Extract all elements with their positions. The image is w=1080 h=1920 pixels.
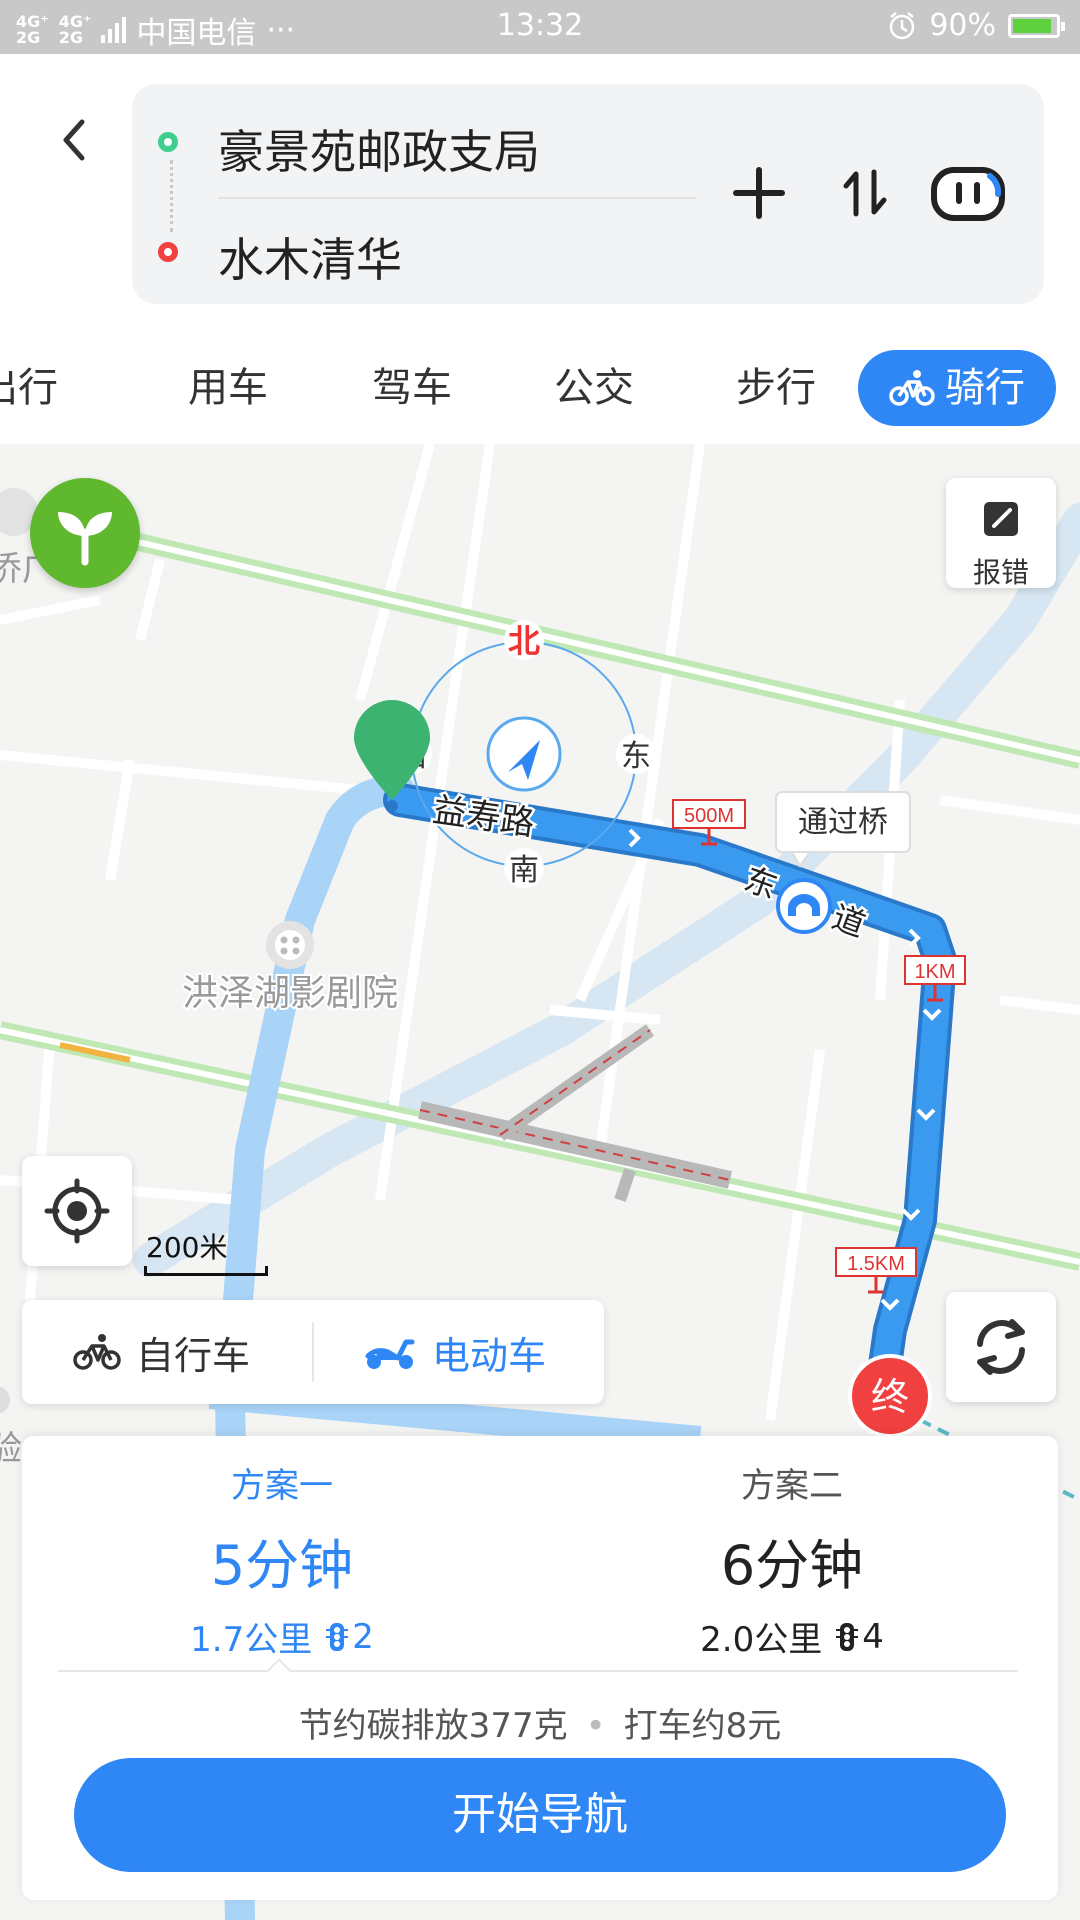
plan-1-lights: 2 xyxy=(326,1617,374,1657)
carbon-saving-text: 节约碳排放377克 xyxy=(298,1706,568,1746)
end-marker-text: 终 xyxy=(871,1375,909,1419)
tab-car-service[interactable]: 用车 xyxy=(168,350,288,426)
route-connector xyxy=(170,160,175,232)
alarm-icon xyxy=(890,11,915,39)
plan-option-2[interactable]: 方案二 6分钟 2.0公里 4 xyxy=(562,1436,1022,1661)
bridge-icon xyxy=(776,878,832,934)
battery-icon xyxy=(1008,13,1065,38)
bicycle-option-label: 自行车 xyxy=(136,1333,251,1378)
voice-assistant-icon[interactable] xyxy=(930,166,1006,222)
compass-east: 东 xyxy=(621,739,651,774)
tab-travel[interactable]: 出行 xyxy=(0,350,90,426)
plan-1-distance: 1.7公里 xyxy=(190,1620,313,1660)
poi-partial-label-2: 验 xyxy=(0,1429,22,1469)
status-bar: 4G⁺ 2G 4G⁺ 2G 中国电信 ··· 13:32 90% xyxy=(0,0,1080,54)
battery-percent: 90% xyxy=(929,8,996,43)
map-scale-bar xyxy=(144,1266,268,1276)
bicycle-icon xyxy=(889,370,935,406)
tab-cycling[interactable]: 骑行 xyxy=(858,350,1056,426)
compass-south: 南 xyxy=(509,853,539,888)
trip-tip: 节约碳排放377克 • 打车约8元 xyxy=(22,1698,1058,1747)
marker-1km-text: 1KM xyxy=(914,961,955,983)
plan-1-time: 5分钟 xyxy=(210,1534,354,1597)
marker-1.5km-text: 1.5KM xyxy=(847,1253,905,1275)
traffic-light-icon xyxy=(836,1622,859,1651)
vehicle-divider xyxy=(312,1322,314,1382)
end-point-icon xyxy=(158,242,178,262)
ebike-option-label: 电动车 xyxy=(432,1333,547,1378)
locate-icon xyxy=(44,1178,110,1244)
end-marker[interactable]: 终 xyxy=(848,1354,932,1438)
status-right: 90% xyxy=(887,8,1065,43)
locate-me-button[interactable] xyxy=(22,1156,132,1266)
plan-2-info: 2.0公里 4 xyxy=(562,1612,1022,1661)
bicycle-option[interactable]: 自行车 xyxy=(72,1300,250,1404)
compass-north: 北 xyxy=(508,622,540,660)
sprout-icon xyxy=(58,512,112,566)
ebike-option[interactable]: 电动车 xyxy=(362,1300,546,1404)
add-waypoint-icon[interactable] xyxy=(730,164,788,222)
selected-plan-pointer xyxy=(266,1658,292,1684)
tip-separator: • xyxy=(585,1706,606,1746)
bicycle-icon xyxy=(73,1334,121,1370)
refresh-icon xyxy=(977,1319,1025,1375)
map-scale-label: 200米 xyxy=(146,1231,228,1264)
plan-2-distance: 2.0公里 xyxy=(700,1620,823,1660)
end-location-field[interactable]: 水木清华 xyxy=(218,224,402,290)
plan-1-name: 方案一 xyxy=(231,1466,333,1506)
taxi-cost-text: 打车约8元 xyxy=(623,1706,782,1746)
back-arrow-icon[interactable] xyxy=(46,110,106,170)
plan-1-lights-count: 2 xyxy=(352,1616,374,1657)
plan-2-time: 6分钟 xyxy=(720,1534,864,1597)
plan-2-lights: 4 xyxy=(836,1617,884,1657)
start-point-icon xyxy=(158,132,178,152)
traffic-light-icon xyxy=(326,1622,349,1651)
route-plans-card: 方案一 5分钟 1.7公里 2 方案二 6分钟 2.0公里 4 节约碳排放377… xyxy=(22,1436,1058,1900)
vehicle-selector: 自行车 电动车 xyxy=(22,1300,604,1404)
start-location-field[interactable]: 豪景苑邮政支局 xyxy=(218,116,540,182)
tab-cycling-label: 骑行 xyxy=(945,365,1025,411)
swap-route-icon[interactable] xyxy=(836,164,894,222)
eco-sprout-icon[interactable] xyxy=(30,478,140,588)
poi-cinema-label: 洪泽湖影剧院 xyxy=(182,973,398,1014)
plans-divider xyxy=(58,1670,1018,1672)
plan-1-info: 1.7公里 2 xyxy=(52,1612,512,1661)
tab-transit[interactable]: 公交 xyxy=(534,350,654,426)
report-error-label: 报错 xyxy=(972,556,1029,589)
scooter-icon xyxy=(365,1339,415,1369)
report-error-button[interactable]: 报错 xyxy=(946,478,1056,589)
tab-travel-label: 出行 xyxy=(0,365,58,411)
plan-2-lights-count: 4 xyxy=(862,1616,884,1657)
refresh-route-button[interactable] xyxy=(946,1292,1056,1402)
plan-option-1[interactable]: 方案一 5分钟 1.7公里 2 xyxy=(52,1436,512,1661)
marker-500m-text: 500M xyxy=(684,805,734,827)
bridge-tooltip-text: 通过桥 xyxy=(798,805,888,840)
start-navigation-button[interactable]: 开始导航 xyxy=(74,1758,1006,1872)
tab-drive[interactable]: 驾车 xyxy=(352,350,472,426)
plan-2-name: 方案二 xyxy=(741,1466,843,1506)
edit-icon xyxy=(984,502,1018,536)
tab-walk[interactable]: 步行 xyxy=(716,350,836,426)
route-divider xyxy=(218,197,696,199)
